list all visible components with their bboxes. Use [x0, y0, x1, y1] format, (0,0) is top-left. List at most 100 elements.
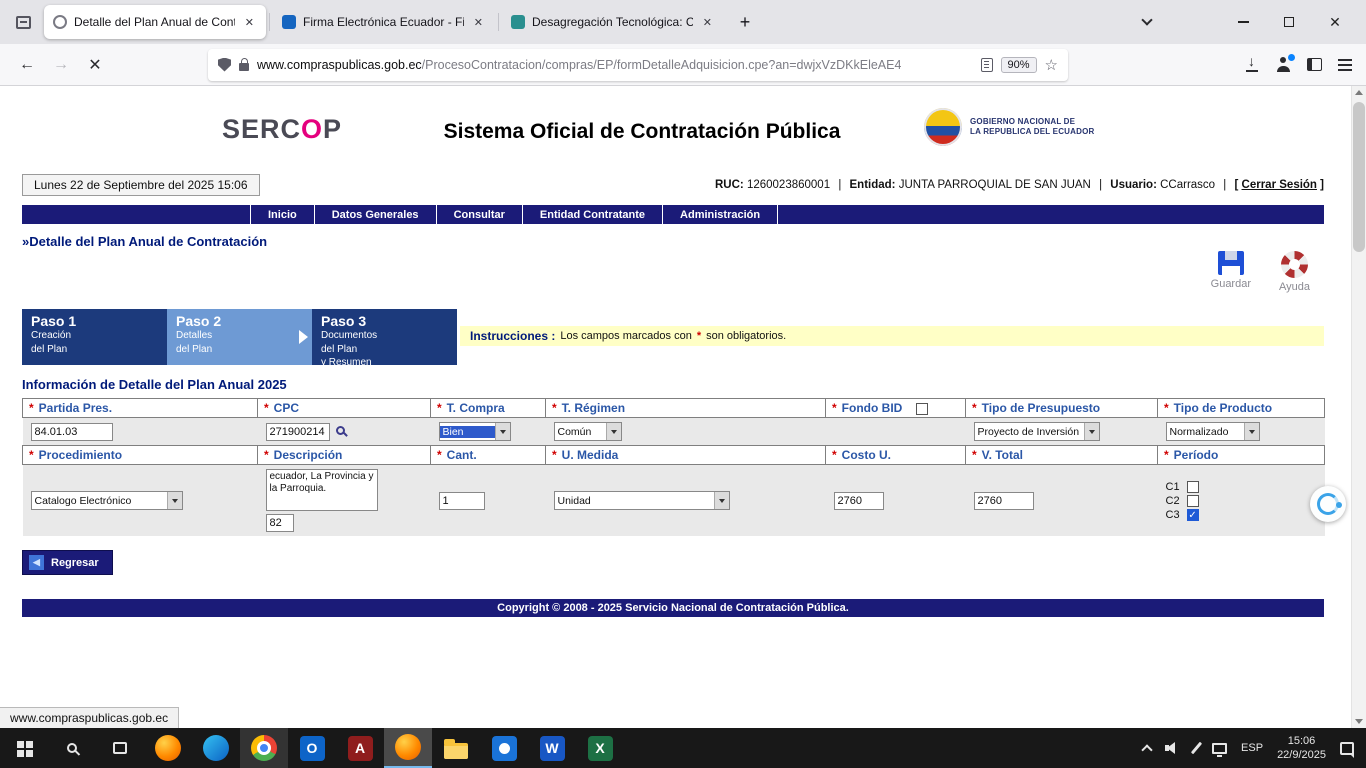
pen-icon[interactable]: [1191, 742, 1202, 755]
nav-item-entidad-contratante[interactable]: Entidad Contratante: [522, 205, 662, 224]
step-line: Detalles: [176, 329, 303, 343]
status-bar-link: www.compraspublicas.gob.ec: [0, 707, 179, 728]
regresar-button[interactable]: Regresar: [22, 550, 113, 575]
v-total-input[interactable]: [974, 492, 1034, 510]
procedimiento-select[interactable]: Catalogo Electrónico: [31, 491, 183, 510]
downloads-icon[interactable]: [1245, 57, 1259, 72]
list-all-tabs-button[interactable]: [1130, 5, 1164, 39]
nav-item-inicio[interactable]: Inicio: [250, 205, 314, 224]
back-button[interactable]: ←: [10, 49, 44, 81]
volume-icon[interactable]: [1165, 742, 1181, 755]
taskbar-acrobat-button[interactable]: [336, 728, 384, 768]
dropdown-arrow-icon: [495, 423, 510, 440]
step-line: y Resumen: [321, 356, 448, 370]
periodo-c3-checkbox[interactable]: [1187, 509, 1199, 521]
fondo-bid-checkbox[interactable]: [916, 403, 928, 415]
periodo-c2-checkbox[interactable]: [1187, 495, 1199, 507]
stop-button[interactable]: ✕: [78, 49, 112, 81]
zoom-level-indicator[interactable]: 90%: [1001, 57, 1037, 73]
maximize-button[interactable]: [1266, 0, 1312, 44]
nav-item-consultar[interactable]: Consultar: [436, 205, 522, 224]
step-3[interactable]: Paso 3 Documentos del Plan y Resumen: [312, 309, 457, 365]
start-button[interactable]: [0, 728, 48, 768]
date-display: Lunes 22 de Septiembre del 2025 15:06: [22, 174, 260, 196]
taskbar-file-explorer-button[interactable]: [432, 728, 480, 768]
cpc-search-magnifier-icon[interactable]: [336, 426, 345, 435]
taskbar-excel-button[interactable]: [576, 728, 624, 768]
tab-close-icon[interactable]: ✕: [242, 15, 257, 30]
taskbar-word-button[interactable]: [528, 728, 576, 768]
taskbar-chrome-button[interactable]: [240, 728, 288, 768]
taskbar-firefox-button[interactable]: [144, 728, 192, 768]
tipo-presupuesto-select[interactable]: Proyecto de Inversión: [974, 422, 1100, 441]
account-icon[interactable]: [1275, 57, 1291, 72]
t-regimen-select[interactable]: Común: [554, 422, 622, 441]
taskbar-blue-app-button[interactable]: [480, 728, 528, 768]
taskbar-firefox-active-button[interactable]: [384, 728, 432, 768]
reader-view-icon[interactable]: [981, 58, 993, 72]
lock-icon[interactable]: [239, 63, 249, 71]
task-view-button[interactable]: [96, 728, 144, 768]
tab-close-icon[interactable]: ✕: [700, 15, 715, 30]
bookmark-star-icon[interactable]: ☆: [1045, 56, 1058, 74]
scroll-down-arrow-icon[interactable]: [1355, 719, 1363, 724]
step-1[interactable]: Paso 1 Creación del Plan: [22, 309, 167, 365]
tab-firma-electronica[interactable]: Firma Electrónica Ecuador - Firn ✕: [273, 5, 495, 39]
tab-detalle-plan[interactable]: Detalle del Plan Anual de Contr ✕: [44, 5, 266, 39]
sidebar-icon[interactable]: [1307, 58, 1322, 71]
t-compra-select[interactable]: Bien: [439, 422, 511, 441]
floating-widget[interactable]: [1310, 486, 1346, 522]
nav-item-datos-generales[interactable]: Datos Generales: [314, 205, 436, 224]
tab-close-icon[interactable]: ✕: [471, 15, 486, 30]
hamburger-menu-icon[interactable]: [1338, 64, 1352, 66]
tipo-producto-select[interactable]: Normalizado: [1166, 422, 1260, 441]
acrobat-icon: [348, 736, 373, 761]
dropdown-arrow-icon: [714, 492, 729, 509]
minimize-button[interactable]: [1220, 0, 1266, 44]
header-label: T. Compra: [447, 401, 505, 415]
cerrar-sesion-link[interactable]: [ Cerrar Sesión ]: [1235, 179, 1325, 191]
tab-desagregacion[interactable]: Desagregación Tecnológica: Cál ✕: [502, 5, 724, 39]
scroll-up-arrow-icon[interactable]: [1355, 90, 1363, 95]
clock[interactable]: 15:06 22/9/2025: [1277, 734, 1326, 763]
forward-button[interactable]: →: [44, 49, 78, 81]
blue-app-icon: [492, 736, 517, 761]
nav-item-administracion[interactable]: Administración: [662, 205, 778, 224]
usuario-label: Usuario:: [1110, 179, 1157, 191]
taskbar-search-button[interactable]: [48, 728, 96, 768]
hidden-icons-chevron-icon[interactable]: [1141, 744, 1152, 755]
sercop-page: SERCOP Sistema Oficial de Contratación P…: [22, 86, 1324, 617]
language-indicator[interactable]: ESP: [1241, 742, 1263, 754]
guardar-button[interactable]: Guardar: [1211, 251, 1251, 309]
action-center-icon[interactable]: [1340, 742, 1354, 755]
value-row-1: Bien Común Proyecto de Inversión Normali…: [23, 418, 1325, 446]
costo-u-input[interactable]: [834, 492, 884, 510]
ruc-label: RUC:: [715, 179, 744, 191]
u-medida-select[interactable]: Unidad: [554, 491, 730, 510]
tracking-shield-icon[interactable]: [218, 58, 231, 72]
taskbar-outlook-button[interactable]: [288, 728, 336, 768]
page-scrollbar[interactable]: [1351, 86, 1366, 728]
header-label: Cant.: [447, 448, 477, 462]
close-window-button[interactable]: ✕: [1312, 0, 1358, 44]
new-tab-button[interactable]: +: [730, 7, 760, 37]
page-actions: Guardar Ayuda: [22, 251, 1324, 309]
cpc-input[interactable]: [266, 423, 330, 441]
descripcion-codigo-input[interactable]: [266, 514, 294, 532]
excel-icon: [588, 736, 613, 761]
descripcion-textarea[interactable]: ecuador, La Provincia y la Parroquia.: [266, 469, 378, 511]
partida-pres-input[interactable]: [31, 423, 113, 441]
required-star: *: [29, 401, 34, 415]
taskbar-edge-button[interactable]: [192, 728, 240, 768]
scrollbar-thumb[interactable]: [1353, 102, 1365, 252]
cantidad-input[interactable]: [439, 492, 485, 510]
network-icon[interactable]: [1212, 743, 1227, 754]
firefox-view-button[interactable]: [8, 7, 38, 37]
periodo-c1-checkbox[interactable]: [1187, 481, 1199, 493]
url-bar[interactable]: www.compraspublicas.gob.ec/ProcesoContra…: [208, 49, 1068, 81]
url-path: /ProcesoContratacion/compras/EP/formDeta…: [422, 58, 902, 72]
step-2-current[interactable]: Paso 2 Detalles del Plan: [167, 309, 312, 365]
maximize-icon: [1284, 17, 1294, 27]
entidad-label: Entidad:: [850, 179, 896, 191]
ayuda-button[interactable]: Ayuda: [1279, 251, 1310, 309]
